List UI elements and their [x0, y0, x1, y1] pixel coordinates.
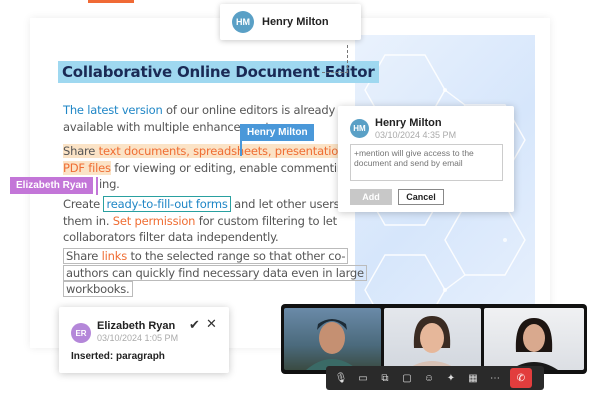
- title-connector-line: [322, 72, 348, 73]
- reject-close-icon[interactable]: ✕: [206, 316, 217, 332]
- forms-link[interactable]: ready-to-fill-out forms: [103, 196, 231, 212]
- top-accent-bar: [88, 0, 134, 3]
- change-author: Elizabeth Ryan: [97, 320, 176, 332]
- participant-man-icon: [306, 319, 358, 370]
- paragraph-4[interactable]: Share links to the selected range so tha…: [63, 248, 367, 298]
- avatar: ER: [71, 323, 91, 343]
- paragraph-2-prefix: Share: [63, 144, 99, 158]
- paragraph-4-line2: authors can quickly find necessary data …: [63, 264, 367, 281]
- cancel-button[interactable]: Cancel: [398, 189, 444, 205]
- paragraph-4-post: to the selected range so that other co-: [127, 249, 346, 263]
- collaborator-tag-henry: Henry Milton: [241, 124, 314, 141]
- comment-date: 03/10/2024 4:35 PM: [375, 130, 457, 140]
- paragraph-4-line1: Share links to the selected range so tha…: [63, 248, 349, 264]
- title-connector-line-vertical: [347, 45, 348, 73]
- paragraph-4-prefix: Share: [66, 249, 102, 263]
- change-description: Inserted: paragraph: [71, 351, 165, 362]
- change-date: 03/10/2024 1:05 PM: [97, 333, 179, 343]
- set-permission-text: Set permission: [112, 213, 196, 228]
- share-screen-icon[interactable]: ⧉: [374, 368, 396, 388]
- effects-icon[interactable]: ✦: [440, 368, 462, 388]
- video-call-panel: [281, 304, 587, 374]
- video-tile-participant-2[interactable]: [384, 308, 481, 370]
- paragraph-3-post: and let other users fill: [230, 197, 356, 211]
- mic-icon[interactable]: 🎙: [330, 368, 352, 388]
- avatar: HM: [232, 11, 254, 33]
- call-controls-bar: 🎙 ▭ ⧉ ▢ ☺ ✦ ▦ ⋯ ✆: [326, 366, 544, 390]
- collaborator-tag-elizabeth: Elizabeth Ryan: [10, 177, 94, 194]
- emoji-icon[interactable]: ☺: [418, 368, 440, 388]
- paragraph-1-text: of our online editors is already: [162, 103, 336, 117]
- paragraph-2[interactable]: Share text documents, spreadsheets, pres…: [63, 143, 379, 193]
- links-text[interactable]: links: [102, 249, 128, 263]
- accept-check-icon[interactable]: ✔: [189, 317, 200, 333]
- pdf-files-text: PDF files: [63, 160, 111, 175]
- paragraph-3-line2b: for custom filtering to let: [195, 213, 337, 228]
- latest-version-link[interactable]: The latest version: [63, 103, 163, 117]
- track-change-card: ER Elizabeth Ryan 03/10/2024 1:05 PM ✔ ✕…: [59, 307, 229, 373]
- paragraph-4-line3: workbooks.: [63, 281, 133, 297]
- comment-popup: HM Henry Milton 03/10/2024 4:35 PM Add C…: [338, 106, 514, 212]
- hang-up-icon[interactable]: ✆: [510, 368, 532, 388]
- paragraph-3[interactable]: Create ready-to-fill-out forms and let o…: [63, 196, 356, 246]
- user-card[interactable]: HM Henry Milton: [220, 4, 361, 40]
- paragraph-3-line2a: them in.: [63, 213, 113, 228]
- video-tile-participant-1[interactable]: [284, 308, 381, 370]
- grid-icon[interactable]: ▦: [462, 368, 484, 388]
- comment-input[interactable]: [350, 144, 503, 181]
- paragraph-2-rest: for viewing or editing, enable commentin…: [110, 160, 366, 175]
- paragraph-3-prefix: Create: [63, 197, 104, 211]
- comment-author: Henry Milton: [375, 117, 442, 129]
- doc-types-text: text documents, spreadsheets, presentati…: [98, 144, 355, 158]
- user-name: Henry Milton: [262, 16, 329, 28]
- paragraph-3-line3: collaborators filter data independently.: [63, 230, 279, 244]
- paragraph-2-highlight: Share text documents, spreadsheets, pres…: [63, 144, 379, 158]
- video-tile-participant-3[interactable]: [484, 308, 584, 370]
- avatar: HM: [350, 119, 369, 138]
- participant-woman-icon: [406, 316, 458, 370]
- more-icon[interactable]: ⋯: [484, 368, 506, 388]
- camera-icon[interactable]: ▭: [352, 368, 374, 388]
- editor-screenshot: Collaborative Online Document Editor The…: [0, 0, 600, 400]
- collaborator-cursor-purple: [96, 177, 98, 195]
- participant-woman-icon: [510, 318, 558, 370]
- chat-icon[interactable]: ▢: [396, 368, 418, 388]
- add-button[interactable]: Add: [350, 189, 392, 205]
